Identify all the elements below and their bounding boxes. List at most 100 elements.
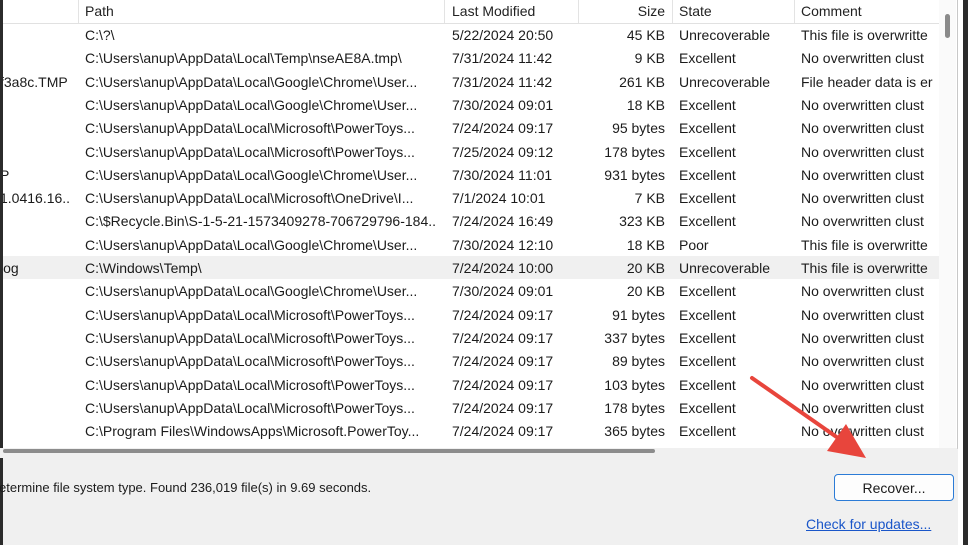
cell-path: C:\Users\anup\AppData\Local\Microsoft\Po…: [85, 143, 415, 160]
cell-path: C:\Users\anup\AppData\Local\Microsoft\Po…: [85, 329, 415, 346]
column-header-filename[interactable]: [3, 0, 70, 23]
cell-comment: No overwritten clust: [801, 213, 924, 230]
cell-path: C:\Program Files\WindowsApps\Microsoft.P…: [85, 423, 420, 440]
horizontal-scrollbar-thumb[interactable]: [3, 449, 655, 453]
table-row[interactable]: C:\Users\anup\AppData\Local\Microsoft\Po…: [3, 373, 939, 396]
cell-last-modified: 7/30/2024 11:01: [452, 166, 553, 183]
table-row[interactable]: C:\Users\anup\AppData\Local\Google\Chrom…: [3, 279, 939, 302]
cell-path: C:\$Recycle.Bin\S-1-5-21-1573409278-7067…: [85, 213, 437, 230]
cell-filename: [3, 303, 70, 326]
cell-comment: No overwritten clust: [801, 50, 924, 67]
table-row[interactable]: C:\Users\anup\AppData\Local\Microsoft\Po…: [3, 140, 939, 163]
cell-last-modified: 7/24/2024 10:00: [452, 260, 554, 276]
column-header-last-modified[interactable]: Last Modified: [452, 0, 572, 23]
cell-path: C:\Users\anup\AppData\Local\Google\Chrom…: [85, 73, 418, 90]
cell-size: 365 bytes: [604, 423, 665, 440]
cell-last-modified: 7/31/2024 11:42: [452, 73, 553, 90]
cell-filename: [3, 23, 70, 46]
cell-last-modified: 7/24/2024 09:17: [452, 399, 554, 416]
column-separator[interactable]: [672, 0, 673, 23]
table-row[interactable]: C:\Program Files\WindowsApps\Microsoft.P…: [3, 419, 939, 442]
cell-path: C:\Users\anup\AppData\Local\Google\Chrom…: [85, 166, 418, 183]
recover-button[interactable]: Recover...: [834, 474, 954, 501]
cell-last-modified: 7/24/2024 16:49: [452, 213, 554, 230]
cell-state: Excellent: [679, 213, 736, 230]
cell-filename: P: [3, 163, 70, 186]
cell-state: Unrecoverable: [679, 73, 771, 90]
cell-state: Excellent: [679, 120, 736, 137]
column-separator[interactable]: [78, 0, 79, 23]
column-separator[interactable]: [794, 0, 795, 23]
cell-path: C:\Users\anup\AppData\Local\Microsoft\Po…: [85, 399, 415, 416]
cell-path: C:\Users\anup\AppData\Local\Google\Chrom…: [85, 283, 418, 300]
cell-size: 261 KB: [619, 73, 665, 90]
list-header: Path Last Modified Size State Comment: [3, 0, 939, 24]
table-row[interactable]: C:\Users\anup\AppData\Local\Google\Chrom…: [3, 233, 939, 256]
vertical-scrollbar[interactable]: [939, 0, 956, 448]
table-row[interactable]: C:\?\ 5/22/2024 20:50 45 KB Unrecoverable Th…: [3, 23, 939, 46]
cell-state: Excellent: [679, 376, 736, 393]
cell-last-modified: 7/24/2024 09:17: [452, 329, 554, 346]
column-header-state[interactable]: State: [679, 0, 789, 23]
cell-path: C:\Users\anup\AppData\Local\Microsoft\Po…: [85, 306, 415, 323]
cell-filename: [3, 140, 70, 163]
cell-size: 7 KB: [634, 190, 665, 207]
cell-last-modified: 7/30/2024 09:01: [452, 96, 554, 113]
table-row[interactable]: P C:\Users\anup\AppData\Local\Google\Chro…: [3, 163, 939, 186]
cell-last-modified: 7/24/2024 09:17: [452, 306, 554, 323]
cell-filename: f3a8c.TMP: [3, 73, 68, 90]
results-list[interactable]: Path Last Modified Size State Comment C:…: [3, 0, 958, 449]
cell-state: Excellent: [679, 353, 736, 370]
cell-path: C:\Users\anup\AppData\Local\Microsoft\Po…: [85, 353, 415, 370]
cell-state: Excellent: [679, 283, 736, 300]
table-row[interactable]: f3a8c.TMP C:\Users\anup\AppData\Local\Goo…: [3, 70, 939, 93]
cell-path: C:\Users\anup\AppData\Local\Microsoft\Po…: [85, 120, 415, 137]
cell-comment: File header data is er: [801, 73, 933, 90]
table-row[interactable]: C:\Users\anup\AppData\Local\Microsoft\Po…: [3, 326, 939, 349]
table-row[interactable]: C:\Users\anup\AppData\Local\Microsoft\Po…: [3, 303, 939, 326]
table-row[interactable]: C:\Users\anup\AppData\Local\Google\Chrom…: [3, 93, 939, 116]
column-header-comment[interactable]: Comment: [801, 0, 935, 23]
cell-filename: [3, 279, 70, 302]
cell-comment: No overwritten clust: [801, 329, 924, 346]
cell-state: Excellent: [679, 399, 736, 416]
cell-state: Unrecoverable: [679, 260, 771, 276]
table-row[interactable]: log C:\Windows\Temp\ 7/24/2024 10:00 20 KB U…: [3, 256, 939, 279]
cell-size: 18 KB: [626, 236, 665, 253]
cell-comment: No overwritten clust: [801, 399, 924, 416]
cell-comment: No overwritten clust: [801, 96, 924, 113]
cell-state: Excellent: [679, 50, 736, 67]
cell-filename: [3, 326, 70, 349]
cell-comment: No overwritten clust: [801, 166, 924, 183]
cell-state: Unrecoverable: [679, 27, 771, 43]
table-row[interactable]: C:\Users\anup\AppData\Local\Microsoft\Po…: [3, 349, 939, 372]
cell-last-modified: 7/24/2024 09:17: [452, 353, 554, 370]
cell-comment: No overwritten clust: [801, 306, 924, 323]
cell-size: 89 bytes: [612, 353, 665, 370]
cell-path: C:\Users\anup\AppData\Local\Microsoft\On…: [85, 190, 414, 207]
cell-filename: [3, 419, 70, 442]
table-row[interactable]: C:\$Recycle.Bin\S-1-5-21-1573409278-7067…: [3, 209, 939, 232]
table-row[interactable]: C:\Users\anup\AppData\Local\Temp\nseAE8A…: [3, 46, 939, 69]
column-separator[interactable]: [444, 0, 445, 23]
cell-size: 337 bytes: [604, 329, 665, 346]
cell-comment: No overwritten clust: [801, 376, 924, 393]
cell-last-modified: 7/24/2024 09:17: [452, 120, 554, 137]
table-row[interactable]: 1.0416.16... C:\Users\anup\AppData\Local\…: [3, 186, 939, 209]
cell-size: 91 bytes: [612, 306, 665, 323]
column-header-size[interactable]: Size: [579, 0, 665, 23]
status-text: etermine file system type. Found 236,019…: [0, 480, 372, 495]
column-header-path[interactable]: Path: [85, 0, 435, 23]
cell-path: C:\Users\anup\AppData\Local\Google\Chrom…: [85, 236, 418, 253]
cell-size: 178 bytes: [604, 143, 665, 160]
cell-size: 103 bytes: [604, 376, 665, 393]
cell-size: 95 bytes: [612, 120, 665, 137]
cell-comment: This file is overwritte: [801, 260, 928, 276]
check-for-updates-link[interactable]: Check for updates...: [806, 516, 931, 532]
table-row[interactable]: C:\Users\anup\AppData\Local\Microsoft\Po…: [3, 116, 939, 139]
cell-state: Excellent: [679, 423, 736, 440]
cell-last-modified: 7/30/2024 12:10: [452, 236, 554, 253]
table-row[interactable]: C:\Users\anup\AppData\Local\Microsoft\Po…: [3, 396, 939, 419]
cell-size: 20 KB: [626, 283, 665, 300]
vertical-scrollbar-thumb[interactable]: [945, 14, 950, 38]
